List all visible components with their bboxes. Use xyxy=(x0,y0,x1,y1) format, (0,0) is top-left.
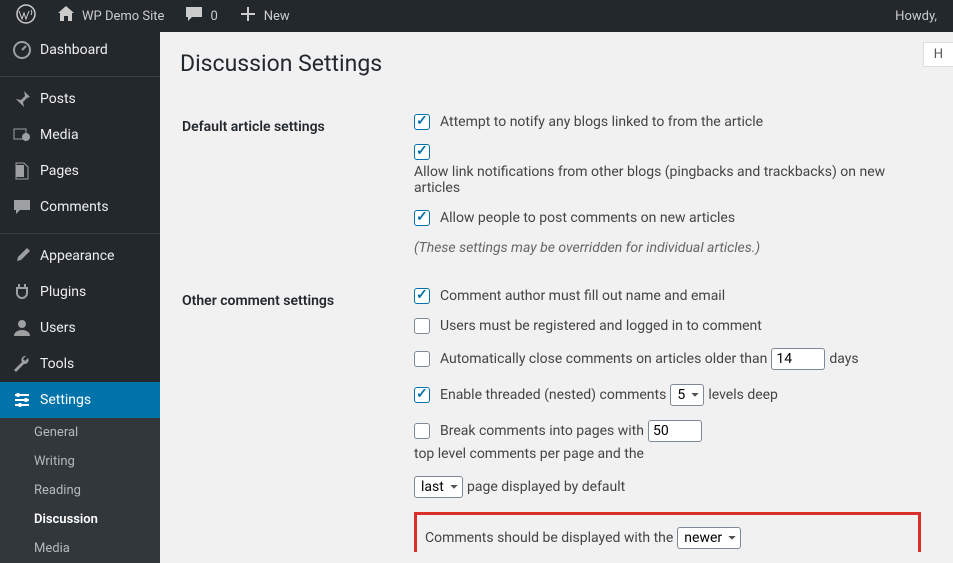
dashboard-icon xyxy=(12,40,32,60)
select-default-page[interactable]: last xyxy=(414,476,463,498)
label: Comment author must fill out name and em… xyxy=(440,288,725,304)
highlighted-setting: Comments should be displayed with thenew… xyxy=(414,512,921,552)
plugin-icon xyxy=(12,282,32,302)
submenu-item-media[interactable]: Media xyxy=(0,534,160,563)
sidebar-item-media[interactable]: Media xyxy=(0,117,160,153)
main-content: H Discussion Settings Default article se… xyxy=(160,32,953,552)
wrench-icon xyxy=(12,354,32,374)
comment-icon xyxy=(12,197,32,217)
input-close-days[interactable] xyxy=(771,348,825,370)
checkbox-notify-linked-blogs[interactable] xyxy=(414,114,430,130)
label: Automatically close comments on articles… xyxy=(440,351,767,367)
menu-separator xyxy=(0,72,160,77)
input-comments-per-page[interactable] xyxy=(648,420,702,442)
sidebar-item-label: Settings xyxy=(40,392,91,408)
label: levels deep xyxy=(708,387,778,403)
comments-link[interactable]: 0 xyxy=(176,0,225,32)
sidebar-item-dashboard[interactable]: Dashboard xyxy=(0,32,160,68)
plus-icon xyxy=(238,4,258,28)
site-link[interactable]: WP Demo Site xyxy=(48,0,172,32)
checkbox-allow-pingbacks[interactable] xyxy=(414,144,430,160)
label: Allow people to post comments on new art… xyxy=(440,210,735,226)
sidebar-item-label: Media xyxy=(40,127,79,143)
sidebar-item-label: Dashboard xyxy=(40,42,108,58)
label: Attempt to notify any blogs linked to fr… xyxy=(440,114,763,130)
wp-logo[interactable] xyxy=(8,0,44,32)
sidebar-item-posts[interactable]: Posts xyxy=(0,81,160,117)
label: days xyxy=(829,351,858,367)
wordpress-icon xyxy=(16,4,36,28)
home-icon xyxy=(56,4,76,28)
label: top level comments per page and the xyxy=(414,446,644,462)
label: Allow link notifications from other blog… xyxy=(414,164,921,196)
media-icon xyxy=(12,125,32,145)
section-heading-default-article: Default article settings xyxy=(182,99,402,271)
new-label: New xyxy=(264,9,290,24)
admin-sidebar: Dashboard Posts Media Pages Comments App… xyxy=(0,32,160,552)
checkbox-require-name-email[interactable] xyxy=(414,288,430,304)
sidebar-item-label: Tools xyxy=(40,356,74,372)
checkbox-allow-comments[interactable] xyxy=(414,210,430,226)
pin-icon xyxy=(12,89,32,109)
sidebar-item-label: Posts xyxy=(40,91,76,107)
label: Break comments into pages with xyxy=(440,423,644,439)
checkbox-paginate-comments[interactable] xyxy=(414,423,430,439)
submenu-item-general[interactable]: General xyxy=(0,418,160,447)
label: Users must be registered and logged in t… xyxy=(440,318,762,334)
brush-icon xyxy=(12,246,32,266)
sidebar-item-label: Appearance xyxy=(40,248,114,264)
override-hint: (These settings may be overridden for in… xyxy=(414,240,921,256)
submenu-item-discussion[interactable]: Discussion xyxy=(0,505,160,534)
sidebar-item-label: Pages xyxy=(40,163,79,179)
sliders-icon xyxy=(12,390,32,410)
help-tab[interactable]: H xyxy=(923,42,953,67)
sidebar-item-appearance[interactable]: Appearance xyxy=(0,238,160,274)
label: Enable threaded (nested) comments xyxy=(440,387,666,403)
site-name: WP Demo Site xyxy=(82,9,164,24)
page-icon xyxy=(12,161,32,181)
sidebar-item-settings[interactable]: Settings xyxy=(0,382,160,418)
howdy-account[interactable]: Howdy, xyxy=(887,0,945,32)
admin-toolbar: WP Demo Site 0 New Howdy, xyxy=(0,0,953,32)
submenu-item-reading[interactable]: Reading xyxy=(0,476,160,505)
new-content[interactable]: New xyxy=(230,0,298,32)
sidebar-item-label: Comments xyxy=(40,199,109,215)
checkbox-threaded-comments[interactable] xyxy=(414,387,430,403)
select-thread-depth[interactable]: 5 xyxy=(670,384,704,406)
page-title: Discussion Settings xyxy=(180,50,933,77)
select-comment-order[interactable]: newer xyxy=(677,527,741,549)
sidebar-item-comments[interactable]: Comments xyxy=(0,189,160,225)
settings-submenu: General Writing Reading Discussion Media xyxy=(0,418,160,563)
checkbox-require-registration[interactable] xyxy=(414,318,430,334)
sidebar-item-label: Plugins xyxy=(40,284,86,300)
checkbox-auto-close[interactable] xyxy=(414,351,430,367)
user-icon xyxy=(12,318,32,338)
sidebar-item-plugins[interactable]: Plugins xyxy=(0,274,160,310)
comment-count: 0 xyxy=(210,9,217,24)
sidebar-item-users[interactable]: Users xyxy=(0,310,160,346)
label: page displayed by default xyxy=(467,479,625,495)
submenu-item-writing[interactable]: Writing xyxy=(0,447,160,476)
sidebar-item-tools[interactable]: Tools xyxy=(0,346,160,382)
sidebar-item-pages[interactable]: Pages xyxy=(0,153,160,189)
comment-icon xyxy=(184,4,204,28)
label: Comments should be displayed with the xyxy=(425,530,673,546)
section-heading-other-comment: Other comment settings xyxy=(182,273,402,552)
menu-separator xyxy=(0,229,160,234)
sidebar-item-label: Users xyxy=(40,320,76,336)
howdy-text: Howdy, xyxy=(895,9,937,24)
